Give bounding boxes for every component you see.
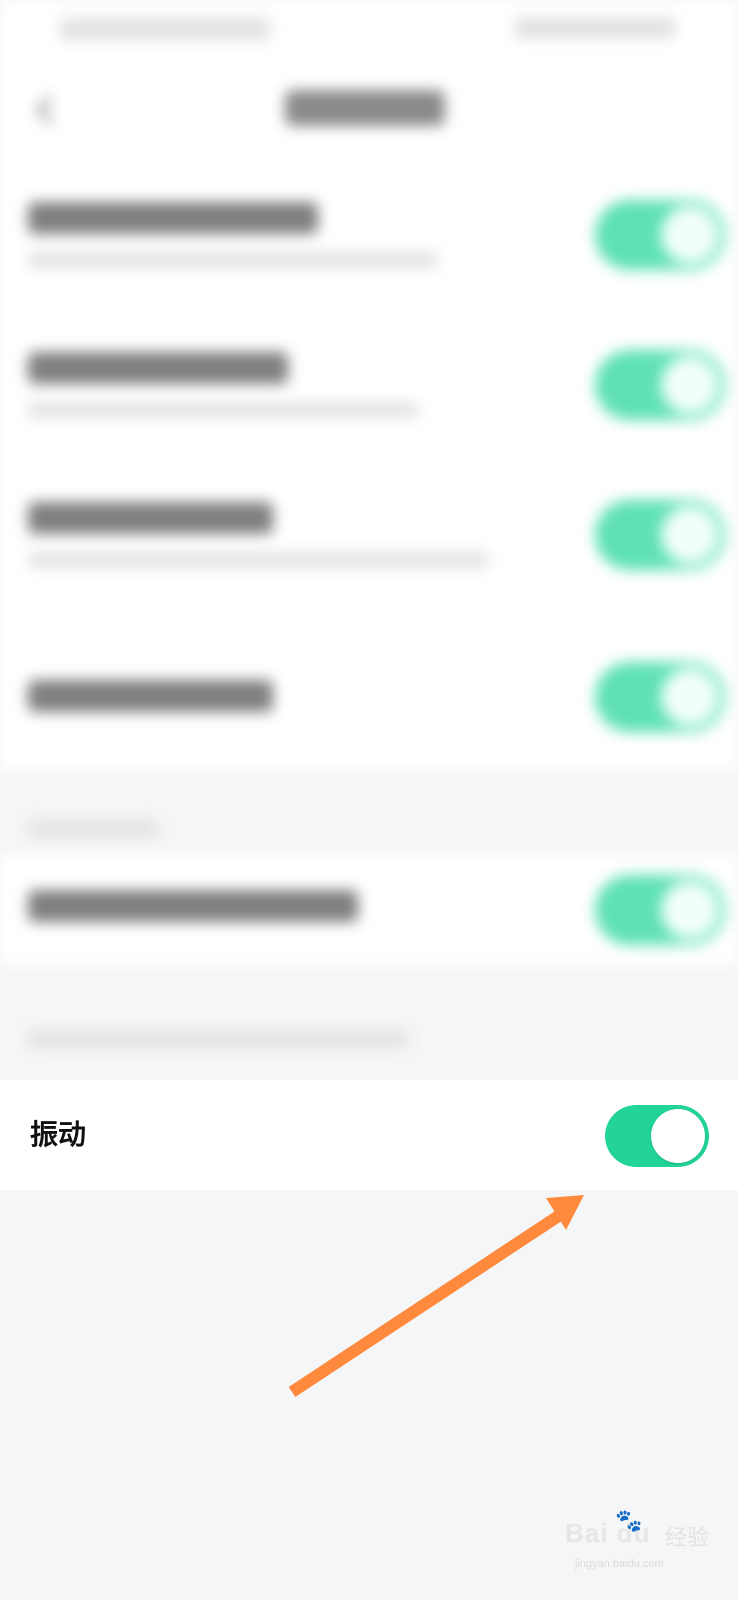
- toggle-switch[interactable]: [595, 875, 725, 945]
- toggle-switch[interactable]: [595, 200, 725, 270]
- baidu-jingyan-watermark: Bai du 🐾 经验 jingyan.baidu.com: [565, 1508, 715, 1588]
- setting-row[interactable]: [0, 310, 738, 460]
- status-bar: [0, 0, 738, 60]
- setting-row-subtitle: [28, 552, 488, 568]
- toggle-switch[interactable]: [595, 662, 725, 732]
- vibration-setting-row[interactable]: 振动: [0, 1080, 738, 1190]
- setting-row-title: [28, 502, 273, 534]
- toggle-switch[interactable]: [595, 500, 725, 570]
- setting-row[interactable]: [0, 460, 738, 610]
- setting-row-title: [28, 352, 288, 384]
- setting-row[interactable]: [0, 855, 738, 965]
- vibration-label: 振动: [30, 1119, 87, 1150]
- status-bar-right: [515, 18, 675, 38]
- page-title: [285, 90, 445, 126]
- back-arrow-icon[interactable]: [34, 90, 54, 130]
- nav-bar: [0, 60, 738, 160]
- vibration-toggle-switch[interactable]: [605, 1105, 709, 1167]
- toggle-knob: [651, 1109, 705, 1163]
- watermark-url: jingyan.baidu.com: [575, 1558, 664, 1570]
- setting-row[interactable]: [0, 630, 738, 770]
- section-label: [28, 820, 158, 838]
- blurred-background: [0, 0, 738, 1080]
- setting-row-title: [28, 202, 318, 234]
- paw-icon: 🐾: [615, 1508, 643, 1533]
- settings-card: [0, 855, 738, 965]
- status-bar-left: [60, 18, 270, 40]
- setting-row[interactable]: [0, 160, 738, 310]
- setting-row-title: [28, 890, 358, 922]
- section-footnote: [28, 1030, 408, 1048]
- watermark-jingyan: 经验: [665, 1525, 710, 1550]
- setting-row-subtitle: [28, 402, 418, 418]
- settings-card: [0, 160, 738, 770]
- setting-row-subtitle: [28, 252, 438, 268]
- toggle-switch[interactable]: [595, 350, 725, 420]
- setting-row-title: [28, 680, 273, 712]
